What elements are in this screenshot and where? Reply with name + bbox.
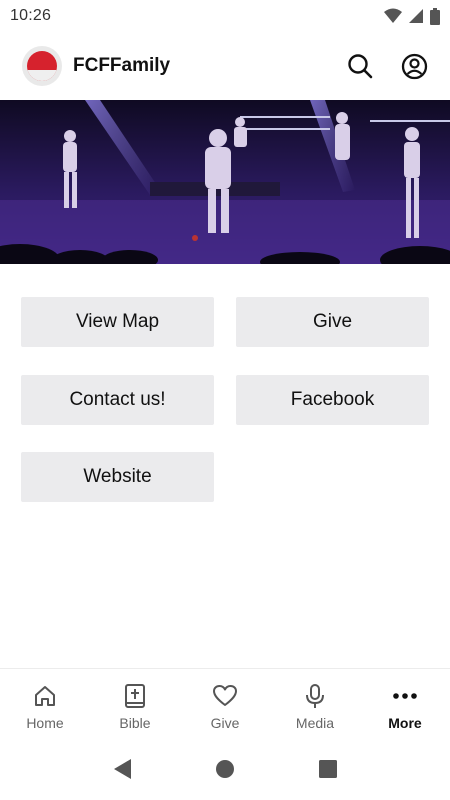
nav-more[interactable]: More [360,669,450,738]
view-map-label: View Map [75,311,160,332]
back-button[interactable] [102,749,142,789]
nav-more-label: More [388,715,422,731]
app-title: FCFFamily [73,55,171,76]
wifi-icon [384,8,402,23]
status-time: 10:26 [10,7,52,24]
give-label: Give [312,311,353,332]
cell-signal-icon [409,9,423,23]
website-label: Website [83,466,152,487]
website-button[interactable]: Website [21,452,214,502]
bottom-nav: Home Bible Give Media More [0,668,450,738]
account-icon [401,53,427,79]
profile-button[interactable] [400,52,428,80]
church-logo [22,46,62,86]
nav-bible-label: Bible [119,715,151,731]
recents-button[interactable] [308,749,348,789]
worship-band-image [0,100,450,264]
nav-media[interactable]: Media [270,669,360,738]
heart-icon [212,683,238,709]
contact-us-button[interactable]: Contact us! [21,375,214,425]
search-icon [348,54,373,79]
more-icon [392,683,418,709]
status-icons [384,7,440,25]
home-icon [32,683,58,709]
facebook-label: Facebook [290,389,375,410]
system-nav-bar [0,738,450,800]
microphone-icon [302,683,328,709]
search-button[interactable] [346,52,374,80]
home-system-button[interactable] [205,749,245,789]
back-triangle-icon [113,759,131,779]
hero-banner [0,100,450,264]
bible-icon [122,683,148,709]
nav-home[interactable]: Home [0,669,90,738]
nav-give[interactable]: Give [180,669,270,738]
nav-home-label: Home [26,715,64,731]
nav-media-label: Media [295,715,335,731]
app-actions [346,52,428,80]
logo-mark [27,51,57,81]
contact-us-label: Contact us! [69,389,166,410]
app-bar: FCFFamily [0,32,450,100]
home-circle-icon [215,760,234,778]
view-map-button[interactable]: View Map [21,297,214,347]
status-bar: 10:26 [0,0,450,32]
recents-square-icon [319,760,338,778]
nav-give-label: Give [210,715,240,731]
give-button[interactable]: Give [236,297,429,347]
nav-bible[interactable]: Bible [90,669,180,738]
battery-icon [430,7,440,25]
facebook-button[interactable]: Facebook [236,375,429,425]
